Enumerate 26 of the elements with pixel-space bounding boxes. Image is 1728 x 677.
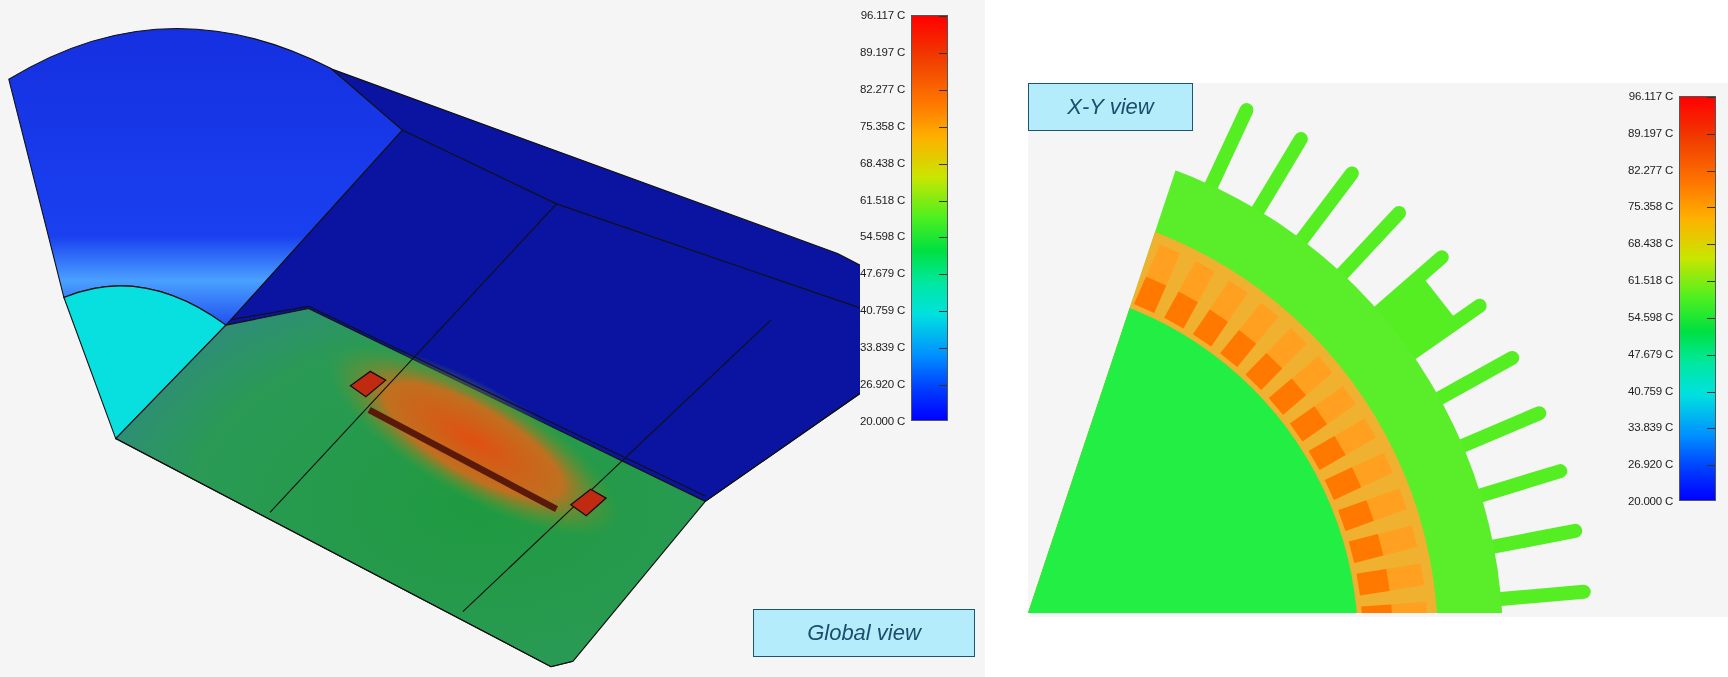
scale-label: 61.518 C xyxy=(860,192,906,207)
scale-label: 33.839 C xyxy=(860,340,906,355)
scale-label: 40.759 C xyxy=(860,303,906,318)
scale-label: 96.117 C xyxy=(1628,89,1674,103)
scale-label: 54.598 C xyxy=(1628,309,1674,324)
scale-label: 47.679 C xyxy=(1628,346,1674,361)
scale-label: 54.598 C xyxy=(860,229,906,244)
scale-label: 82.277 C xyxy=(860,81,906,96)
scale-label: 75.358 C xyxy=(1628,199,1674,214)
scale-label: 89.197 C xyxy=(860,44,906,59)
scale-label: 20.000 C xyxy=(1628,493,1674,508)
scale-label: 96.117 C xyxy=(860,8,906,22)
view-label: X-Y view xyxy=(1028,83,1193,131)
scale-label: 47.679 C xyxy=(860,266,906,281)
scale-label: 20.000 C xyxy=(860,413,906,428)
scale-label: 68.438 C xyxy=(1628,236,1674,251)
scale-label: 33.839 C xyxy=(1628,420,1674,435)
scale-label: 61.518 C xyxy=(1628,273,1674,288)
scale-label: 89.197 C xyxy=(1628,125,1674,140)
scale-label: 26.920 C xyxy=(860,377,906,392)
scale-label: 82.277 C xyxy=(1628,162,1674,177)
scale-label: 26.920 C xyxy=(1628,457,1674,472)
scale-label: 68.438 C xyxy=(860,155,906,170)
scale-label: 40.759 C xyxy=(1628,383,1674,398)
scale-label: 75.358 C xyxy=(860,118,906,133)
view-label: Global view xyxy=(753,609,975,657)
